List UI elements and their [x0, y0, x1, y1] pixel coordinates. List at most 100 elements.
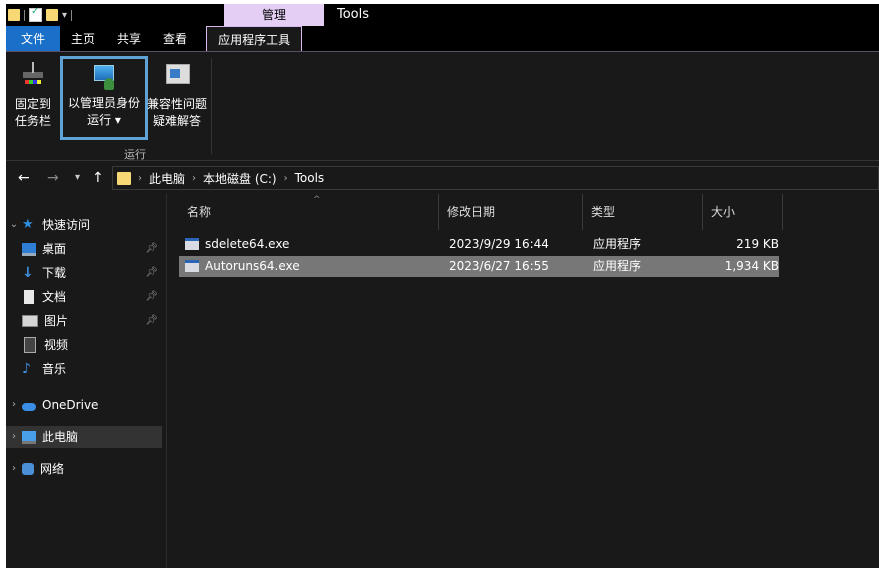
sidebar-item-label: 视频: [44, 338, 69, 352]
tab-manage[interactable]: 管理: [224, 4, 324, 26]
chevron-down-icon[interactable]: ⌄: [6, 214, 22, 236]
sidebar-item-label: 图片: [44, 314, 69, 328]
sidebar-item-label: 快速访问: [42, 218, 91, 232]
window-title: Tools: [337, 7, 370, 22]
download-icon: ↓: [22, 265, 34, 281]
column-header-name[interactable]: ^ 名称: [179, 194, 439, 230]
column-header-size[interactable]: 大小: [703, 194, 783, 230]
sidebar-item-desktop[interactable]: 桌面 📌︎: [6, 238, 162, 260]
sort-ascending-icon: ^: [313, 195, 321, 205]
tab-file[interactable]: 文件: [6, 26, 61, 52]
sidebar-item-quick-access[interactable]: ⌄ ★ 快速访问: [6, 214, 162, 236]
recent-locations-chevron-icon[interactable]: ▾: [75, 168, 80, 188]
breadcrumb-chevron-icon[interactable]: ›: [284, 173, 288, 184]
file-date: 2023/9/29 16:44: [449, 237, 549, 251]
run-admin-label-line1: 以管理员身份: [67, 96, 140, 110]
pin-to-taskbar-button[interactable]: 固定到 任务栏: [10, 60, 56, 130]
cloud-icon: [22, 402, 36, 411]
pictures-icon: [22, 315, 38, 327]
ribbon: 固定到 任务栏 以管理员身份 运行 ▾ 兼容性问题 疑难解答 运行: [6, 52, 879, 161]
file-date: 2023/6/27 16:55: [449, 259, 549, 273]
folder-icon: [8, 9, 20, 21]
quick-access-toolbar: ▾: [6, 4, 73, 26]
title-bar: ▾ 管理 Tools 文件 主页 共享 查看 应用程序工具: [6, 4, 879, 53]
breadcrumb-this-pc[interactable]: 此电脑: [149, 170, 185, 187]
file-size: 219 KB: [736, 237, 779, 251]
navigation-pane: ⌄ ★ 快速访问 桌面 📌︎ ↓ 下载 📌︎ 文档 📌︎ 图片 📌︎ 视频 ♪ …: [6, 200, 166, 568]
run-as-admin-icon: [90, 63, 118, 91]
sidebar-item-pictures[interactable]: 图片 📌︎: [6, 310, 162, 332]
compat-label-line2: 疑难解答: [152, 114, 201, 128]
compatibility-icon: [163, 60, 191, 88]
tab-share[interactable]: 共享: [106, 26, 152, 52]
file-type: 应用程序: [593, 259, 642, 273]
computer-icon: [22, 430, 36, 444]
sidebar-item-label: 网络: [40, 462, 65, 476]
sidebar-item-label: 此电脑: [42, 430, 79, 444]
breadcrumb-chevron-icon[interactable]: ›: [138, 173, 142, 184]
tab-view[interactable]: 查看: [152, 26, 198, 52]
videos-icon: [24, 337, 36, 353]
customize-dropdown-icon[interactable]: ▾: [62, 10, 67, 21]
address-bar[interactable]: › 此电脑 › 本地磁盘 (C:) › Tools: [112, 166, 879, 190]
sidebar-item-music[interactable]: ♪ 音乐: [6, 358, 162, 380]
tab-home[interactable]: 主页: [60, 26, 106, 52]
ribbon-group-label: 运行: [124, 148, 146, 161]
pin-icon[interactable]: 📌︎: [145, 238, 158, 260]
application-icon: [185, 238, 199, 250]
divider: [71, 9, 73, 21]
desktop-icon: [22, 242, 36, 256]
breadcrumb-local-disk[interactable]: 本地磁盘 (C:): [203, 170, 277, 187]
chevron-right-icon[interactable]: ›: [6, 426, 22, 448]
pin-taskbar-icon: [19, 60, 47, 88]
file-name: sdelete64.exe: [205, 237, 290, 251]
breadcrumb-chevron-icon[interactable]: ›: [192, 173, 196, 184]
back-arrow-icon[interactable]: ←: [18, 168, 30, 188]
properties-icon[interactable]: [29, 6, 42, 22]
pin-icon[interactable]: 📌︎: [145, 310, 158, 332]
tab-application-tools[interactable]: 应用程序工具: [206, 26, 303, 53]
file-list: ^ 名称 修改日期 类型 大小 sdelete64.exe 2023/9/29 …: [167, 194, 879, 568]
file-name: Autoruns64.exe: [205, 259, 300, 273]
navigation-bar: ← → ▾ ↑ › 此电脑 › 本地磁盘 (C:) › Tools: [6, 164, 879, 192]
sidebar-item-label: 音乐: [42, 362, 67, 376]
run-admin-label-line2: 运行 ▾: [87, 113, 121, 127]
table-row[interactable]: Autoruns64.exe 2023/6/27 16:55 应用程序 1,93…: [179, 256, 779, 277]
new-folder-icon[interactable]: [46, 9, 58, 21]
ribbon-tabs: 文件 主页 共享 查看 应用程序工具: [6, 26, 303, 53]
star-icon: ★: [22, 217, 34, 232]
divider: [211, 58, 212, 154]
sidebar-item-label: 下载: [42, 266, 67, 280]
sidebar-item-this-pc[interactable]: › 此电脑: [6, 426, 162, 448]
sidebar-item-label: 文档: [42, 290, 67, 304]
column-header-label: 名称: [187, 205, 212, 219]
run-as-admin-button[interactable]: 以管理员身份 运行 ▾: [60, 56, 148, 140]
sidebar-item-videos[interactable]: 视频: [6, 334, 162, 356]
table-row[interactable]: sdelete64.exe 2023/9/29 16:44 应用程序 219 K…: [179, 234, 779, 255]
sidebar-item-network[interactable]: › 网络: [6, 458, 162, 480]
column-header-date[interactable]: 修改日期: [439, 194, 583, 230]
divider: [24, 9, 25, 21]
network-icon: [22, 463, 34, 475]
chevron-right-icon[interactable]: ›: [6, 394, 22, 416]
column-header-type[interactable]: 类型: [583, 194, 703, 230]
up-arrow-icon[interactable]: ↑: [92, 168, 104, 188]
compatibility-troubleshoot-button[interactable]: 兼容性问题 疑难解答: [147, 60, 207, 130]
sidebar-item-label: OneDrive: [42, 398, 99, 412]
pin-icon[interactable]: 📌︎: [145, 286, 158, 308]
forward-arrow-icon[interactable]: →: [47, 168, 59, 188]
explorer-window: ▾ 管理 Tools 文件 主页 共享 查看 应用程序工具 固定到 任务栏 以管…: [6, 4, 879, 568]
music-icon: ♪: [22, 361, 31, 377]
file-type: 应用程序: [593, 237, 642, 251]
compat-label-line1: 兼容性问题: [147, 97, 208, 111]
documents-icon: [24, 290, 34, 304]
pin-label-line2: 任务栏: [14, 114, 51, 128]
pin-icon[interactable]: 📌︎: [145, 262, 158, 284]
sidebar-item-onedrive[interactable]: › OneDrive: [6, 394, 162, 416]
sidebar-item-documents[interactable]: 文档 📌︎: [6, 286, 162, 308]
file-size: 1,934 KB: [724, 259, 779, 273]
sidebar-item-label: 桌面: [42, 242, 67, 256]
sidebar-item-downloads[interactable]: ↓ 下载 📌︎: [6, 262, 162, 284]
pin-label-line1: 固定到: [14, 97, 51, 111]
chevron-right-icon[interactable]: ›: [6, 458, 22, 480]
